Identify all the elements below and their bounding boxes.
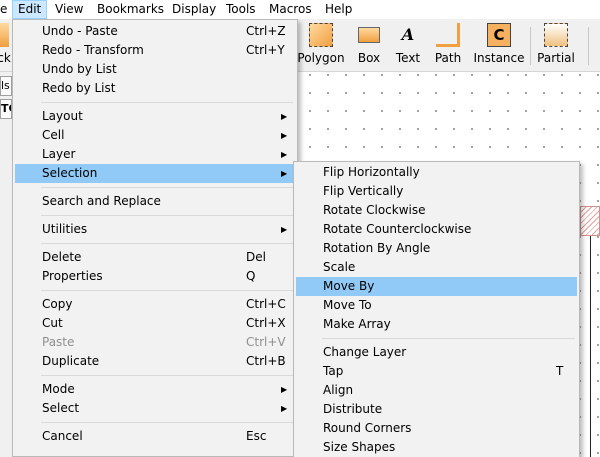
toolbar-partial-tool[interactable]: ck	[0, 23, 12, 71]
tool-path[interactable]: Path	[432, 23, 464, 71]
tool-partial-label: Partial	[537, 51, 575, 65]
hatched-shape	[580, 206, 600, 236]
path-icon	[436, 23, 460, 47]
toolbar-separator	[588, 27, 589, 65]
tool-path-label: Path	[434, 51, 462, 65]
box-icon	[358, 27, 380, 43]
menu-view[interactable]: View	[50, 0, 88, 19]
menu-item-layer[interactable]: Layer ▶	[15, 145, 295, 164]
menu-file[interactable]: e	[0, 0, 12, 19]
menu-item-distribute[interactable]: Distribute	[296, 400, 577, 419]
menu-item-duplicate[interactable]: Duplicate Ctrl+B	[15, 352, 295, 371]
menu-bar: e Edit View Bookmarks Display Tools Macr…	[0, 0, 600, 19]
menu-item-move-to[interactable]: Move To	[296, 296, 577, 315]
menu-item-copy[interactable]: Copy Ctrl+C	[15, 295, 295, 314]
left-panel: ls TC	[0, 72, 12, 457]
menu-item-properties[interactable]: Properties Q	[15, 267, 295, 286]
toolbar-separator	[530, 27, 531, 65]
menu-item-make-array[interactable]: Make Array	[296, 315, 577, 334]
menu-item-tap[interactable]: Tap T	[296, 362, 577, 381]
tool-text-label: Text	[395, 51, 421, 65]
menu-item-paste: Paste Ctrl+V	[42, 335, 286, 349]
menu-help[interactable]: Help	[320, 0, 357, 19]
menu-bookmarks[interactable]: Bookmarks	[92, 0, 169, 19]
menu-item-undo-by-list[interactable]: Undo by List	[15, 60, 295, 79]
canvas-boundary-line	[590, 236, 591, 457]
menu-item-selection[interactable]: Selection ▶	[15, 164, 295, 183]
menu-item-search-and-replace[interactable]: Search and Replace	[15, 192, 295, 211]
menu-separator	[41, 375, 293, 376]
menu-separator	[41, 290, 293, 291]
chevron-right-icon: ▶	[281, 225, 288, 234]
menu-tools[interactable]: Tools	[221, 0, 261, 19]
menu-separator	[322, 338, 575, 339]
menu-display[interactable]: Display	[167, 0, 221, 19]
menu-item-rotate-counterclockwise[interactable]: Rotate Counterclockwise	[296, 220, 577, 239]
menu-item-redo-by-list[interactable]: Redo by List	[15, 79, 295, 98]
menu-macros[interactable]: Macros	[264, 0, 317, 19]
menu-item-redo[interactable]: Redo - Transform Ctrl+Y	[15, 41, 295, 60]
menu-separator	[41, 187, 293, 188]
menu-item-round-corners[interactable]: Round Corners	[296, 419, 577, 438]
menu-item-rotate-clockwise[interactable]: Rotate Clockwise	[296, 201, 577, 220]
menu-item-undo[interactable]: Undo - Paste Ctrl+Z	[15, 22, 295, 41]
partial-icon	[544, 23, 568, 47]
chevron-right-icon: ▶	[281, 150, 288, 159]
tool-instance[interactable]: C Instance	[473, 23, 525, 71]
menu-separator	[41, 422, 293, 423]
left-panel-tab[interactable]: ls	[0, 76, 12, 96]
menu-item-cancel[interactable]: Cancel Esc	[15, 427, 295, 446]
menu-item-move-by[interactable]: Move By	[296, 277, 577, 296]
chevron-right-icon: ▶	[281, 112, 288, 121]
menu-item-flip-vertically[interactable]: Flip Vertically	[296, 182, 577, 201]
tool-text[interactable]: A Text	[393, 23, 423, 71]
menu-edit[interactable]: Edit	[12, 0, 48, 19]
menu-item-scale[interactable]: Scale	[296, 258, 577, 277]
menu-item-mode[interactable]: Mode ▶	[15, 380, 295, 399]
tool-box[interactable]: Box	[354, 23, 384, 71]
menu-item-flip-horizontally[interactable]: Flip Horizontally	[296, 163, 577, 182]
edit-menu: Undo - Paste Ctrl+Z Redo - Transform Ctrl+…	[12, 19, 298, 457]
menu-separator	[41, 102, 293, 103]
menu-item-utilities[interactable]: Utilities ▶	[15, 220, 295, 239]
tool-instance-label: Instance	[473, 51, 525, 65]
chevron-right-icon: ▶	[281, 404, 288, 413]
menu-item-change-layer[interactable]: Change Layer	[296, 343, 577, 362]
select-icon	[0, 23, 9, 47]
menu-item-rotation-by-angle[interactable]: Rotation By Angle	[296, 239, 577, 258]
tool-polygon-label: Polygon	[297, 51, 345, 65]
menu-item-cell[interactable]: Cell ▶	[15, 126, 295, 145]
chevron-right-icon: ▶	[281, 131, 288, 140]
polygon-icon	[309, 23, 333, 47]
tool-box-label: Box	[357, 51, 381, 65]
menu-item-layout[interactable]: Layout ▶	[15, 107, 295, 126]
menu-item-delete[interactable]: Delete Del	[15, 248, 295, 267]
left-panel-tab[interactable]: TC	[0, 99, 12, 119]
chevron-right-icon: ▶	[281, 169, 288, 178]
menu-separator	[41, 215, 293, 216]
menu-item-align[interactable]: Align	[296, 381, 577, 400]
menu-item-size-shapes[interactable]: Size Shapes	[296, 438, 577, 457]
instance-icon: C	[487, 23, 511, 47]
menu-item-select[interactable]: Select ▶	[15, 399, 295, 418]
menu-item-cut[interactable]: Cut Ctrl+X	[15, 314, 295, 333]
tool-polygon[interactable]: Polygon	[297, 23, 345, 71]
menu-separator	[41, 243, 293, 244]
tool-partial[interactable]: Partial	[536, 23, 576, 71]
chevron-right-icon: ▶	[281, 385, 288, 394]
text-icon: A	[401, 25, 415, 44]
selection-submenu: Flip Horizontally Flip Vertically Rotate…	[293, 161, 580, 457]
